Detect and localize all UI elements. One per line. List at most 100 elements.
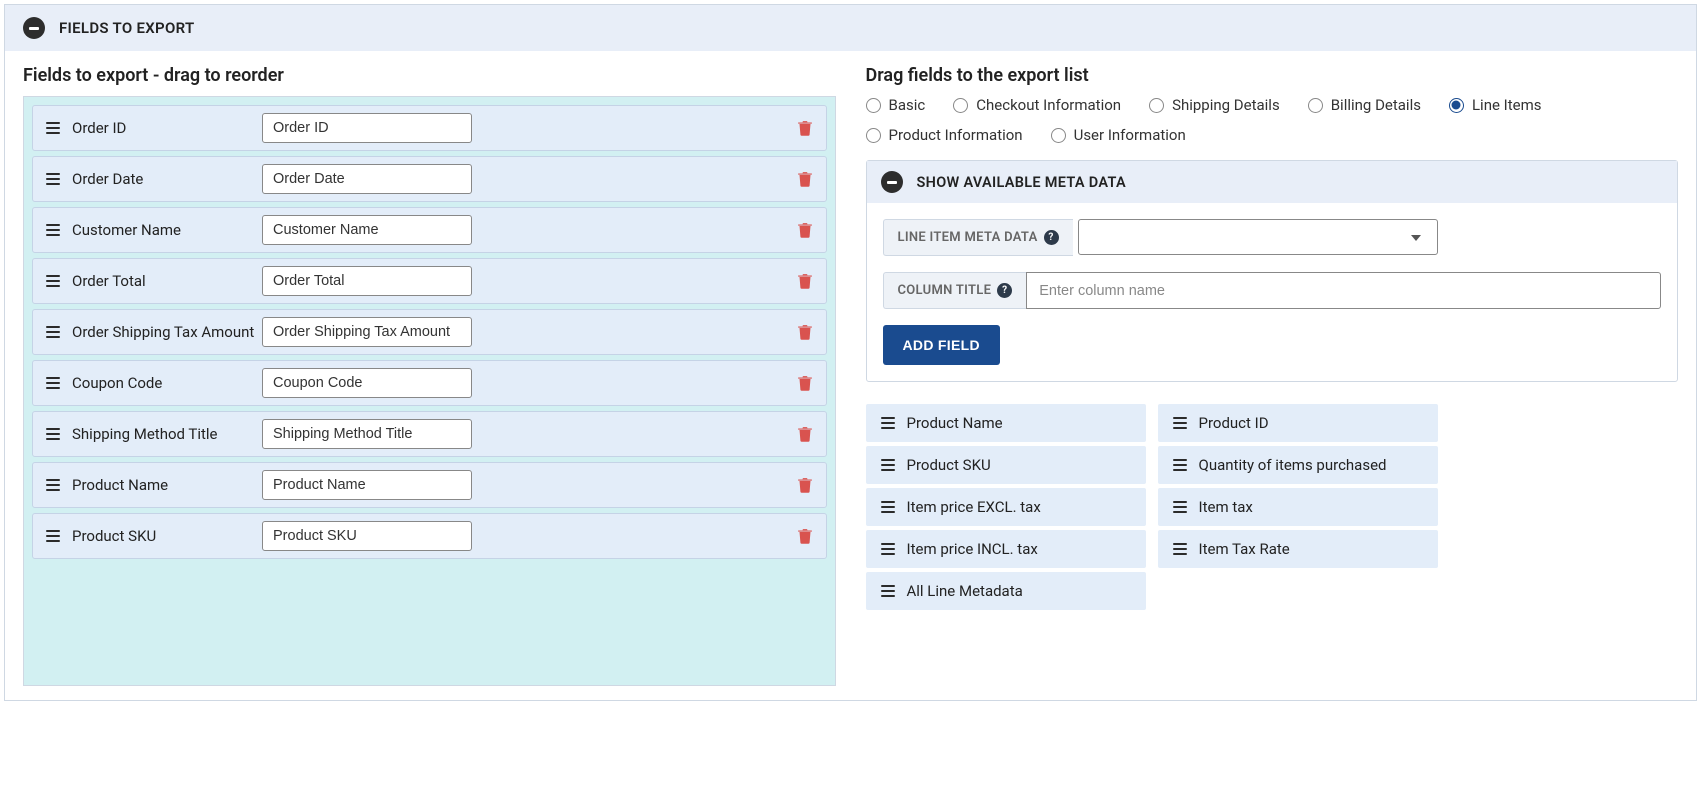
export-fields-column: Fields to export - drag to reorder Order… <box>23 65 836 686</box>
available-col-1: Product Name Product SKU Item price EXCL. … <box>866 404 1146 614</box>
available-field-label: Product Name <box>907 414 1003 432</box>
panel-header: FIELDS TO EXPORT <box>5 5 1696 51</box>
available-field[interactable]: Quantity of items purchased <box>1158 446 1438 484</box>
available-field[interactable]: Item tax <box>1158 488 1438 526</box>
grip-icon <box>1173 543 1187 555</box>
grip-icon[interactable] <box>46 326 60 338</box>
grip-icon[interactable] <box>46 122 60 134</box>
trash-icon[interactable] <box>798 375 812 391</box>
category-radio[interactable]: Checkout Information <box>953 96 1121 114</box>
trash-icon[interactable] <box>798 426 812 442</box>
radio-icon <box>866 98 881 113</box>
collapse-icon[interactable] <box>23 17 45 39</box>
field-name-input[interactable] <box>262 521 472 551</box>
available-field[interactable]: Product Name <box>866 404 1146 442</box>
radio-label: Product Information <box>889 126 1023 144</box>
field-row[interactable]: Product SKU <box>32 513 827 559</box>
available-field-label: Product ID <box>1199 414 1269 432</box>
grip-icon[interactable] <box>46 377 60 389</box>
trash-icon[interactable] <box>798 222 812 238</box>
help-icon[interactable]: ? <box>997 283 1012 298</box>
field-label: Order Date <box>72 170 262 188</box>
meta-select[interactable] <box>1078 219 1438 255</box>
meta-box: SHOW AVAILABLE META DATA LINE ITEM META … <box>866 160 1679 382</box>
panel-title: FIELDS TO EXPORT <box>59 19 195 37</box>
available-field-label: Item tax <box>1199 498 1253 516</box>
radio-label: User Information <box>1074 126 1186 144</box>
field-name-input[interactable] <box>262 317 472 347</box>
panel-body: Fields to export - drag to reorder Order… <box>5 51 1696 700</box>
meta-row-input: COLUMN TITLE ? <box>883 272 1662 309</box>
meta-title: SHOW AVAILABLE META DATA <box>917 174 1126 191</box>
radio-icon <box>1051 128 1066 143</box>
available-field[interactable]: Product ID <box>1158 404 1438 442</box>
field-name-input[interactable] <box>262 215 472 245</box>
category-radio[interactable]: User Information <box>1051 126 1186 144</box>
trash-icon[interactable] <box>798 273 812 289</box>
field-row[interactable]: Order Total <box>32 258 827 304</box>
available-field[interactable]: All Line Metadata <box>866 572 1146 610</box>
radio-icon <box>1308 98 1323 113</box>
trash-icon[interactable] <box>798 477 812 493</box>
category-radio[interactable]: Basic <box>866 96 926 114</box>
field-name-input[interactable] <box>262 266 472 296</box>
trash-icon[interactable] <box>798 120 812 136</box>
trash-icon[interactable] <box>798 171 812 187</box>
grip-icon <box>881 459 895 471</box>
field-name-input[interactable] <box>262 113 472 143</box>
radio-label: Basic <box>889 96 926 114</box>
field-name-input[interactable] <box>262 368 472 398</box>
category-radio[interactable]: Billing Details <box>1308 96 1421 114</box>
field-row[interactable]: Order Date <box>32 156 827 202</box>
fields-export-panel: FIELDS TO EXPORT Fields to export - drag… <box>4 4 1697 701</box>
meta-row-select: LINE ITEM META DATA ? <box>883 219 1662 256</box>
field-name-input[interactable] <box>262 419 472 449</box>
grip-icon[interactable] <box>46 530 60 542</box>
available-field[interactable]: Item price INCL. tax <box>866 530 1146 568</box>
meta-header: SHOW AVAILABLE META DATA <box>867 161 1678 203</box>
available-col-2: Product ID Quantity of items purchased Ite… <box>1158 404 1438 614</box>
grip-icon <box>881 585 895 597</box>
trash-icon[interactable] <box>798 528 812 544</box>
help-icon[interactable]: ? <box>1044 230 1059 245</box>
export-fields-list[interactable]: Order ID Order Date Customer Name Order Tot… <box>23 96 836 686</box>
radio-icon <box>953 98 968 113</box>
collapse-icon[interactable] <box>881 171 903 193</box>
radio-label: Line Items <box>1472 96 1542 114</box>
field-row[interactable]: Shipping Method Title <box>32 411 827 457</box>
trash-icon[interactable] <box>798 324 812 340</box>
category-radio[interactable]: Line Items <box>1449 96 1542 114</box>
field-row[interactable]: Order ID <box>32 105 827 151</box>
field-row[interactable]: Customer Name <box>32 207 827 253</box>
field-name-input[interactable] <box>262 470 472 500</box>
available-field[interactable]: Item Tax Rate <box>1158 530 1438 568</box>
column-title-input[interactable] <box>1026 272 1661 309</box>
meta-select-wrap <box>1073 219 1433 256</box>
category-radio[interactable]: Product Information <box>866 126 1023 144</box>
radio-icon <box>1449 98 1464 113</box>
available-field[interactable]: Product SKU <box>866 446 1146 484</box>
category-radio[interactable]: Shipping Details <box>1149 96 1280 114</box>
field-label: Coupon Code <box>72 374 262 392</box>
add-field-button[interactable]: ADD FIELD <box>883 325 1000 365</box>
available-field[interactable]: Item price EXCL. tax <box>866 488 1146 526</box>
field-row[interactable]: Coupon Code <box>32 360 827 406</box>
radio-icon <box>1149 98 1164 113</box>
available-fields-grid: Product Name Product SKU Item price EXCL. … <box>866 404 1679 614</box>
grip-icon[interactable] <box>46 173 60 185</box>
left-heading: Fields to export - drag to reorder <box>23 65 836 86</box>
grip-icon[interactable] <box>46 275 60 287</box>
field-name-input[interactable] <box>262 164 472 194</box>
available-field-label: All Line Metadata <box>907 582 1023 600</box>
grip-icon[interactable] <box>46 479 60 491</box>
field-row[interactable]: Product Name <box>32 462 827 508</box>
category-radios: Basic Checkout Information Shipping Detail… <box>866 96 1679 144</box>
field-row[interactable]: Order Shipping Tax Amount <box>32 309 827 355</box>
available-fields-column: Drag fields to the export list Basic Chec… <box>866 65 1679 686</box>
meta-body: LINE ITEM META DATA ? COLUMN TITLE ? <box>867 203 1678 381</box>
right-heading: Drag fields to the export list <box>866 65 1679 86</box>
grip-icon[interactable] <box>46 428 60 440</box>
grip-icon[interactable] <box>46 224 60 236</box>
radio-label: Billing Details <box>1331 96 1421 114</box>
field-label: Order Shipping Tax Amount <box>72 323 262 341</box>
